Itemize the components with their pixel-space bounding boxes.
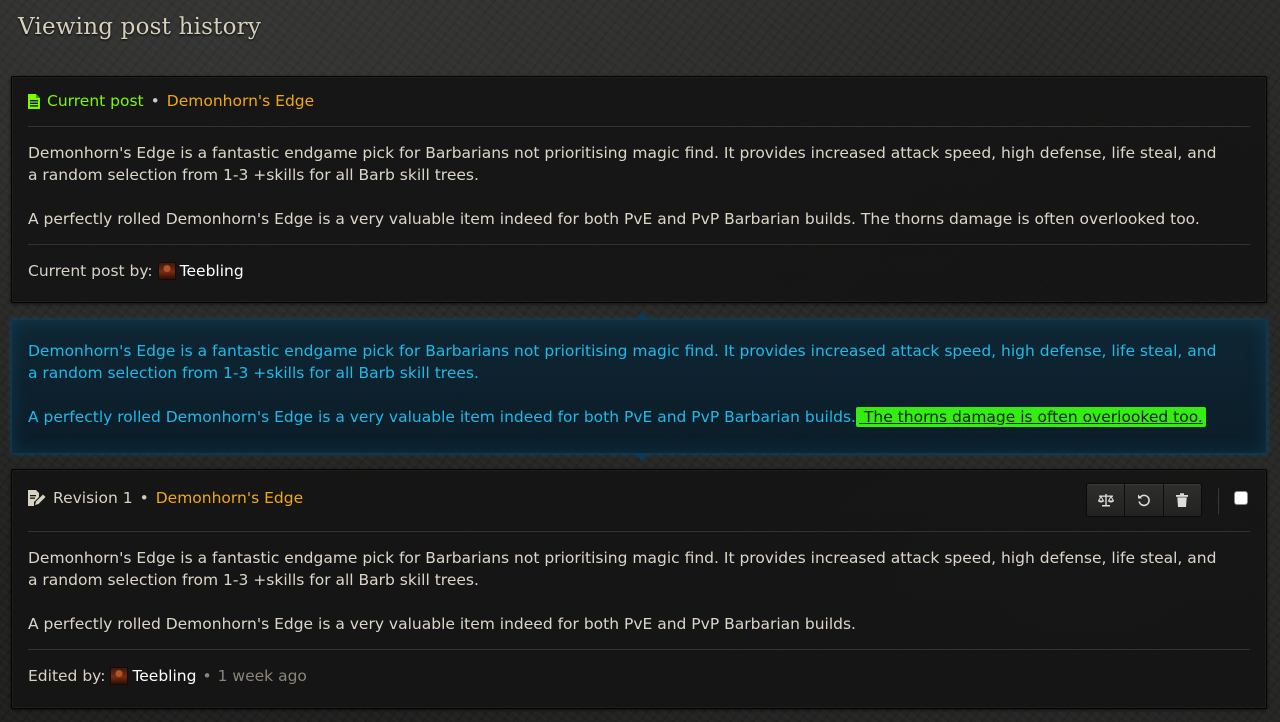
diff-panel: Demonhorn's Edge is a fantastic endgame … xyxy=(11,312,1267,461)
revision-paragraph: Demonhorn's Edge is a fantastic endgame … xyxy=(28,549,1217,589)
revision-select-checkbox[interactable] xyxy=(1234,491,1248,505)
revert-button[interactable] xyxy=(1125,484,1164,516)
balance-scale-icon xyxy=(1097,494,1114,507)
revision-panel: Revision 1 • Demonhorn's Edge Demonhorn'… xyxy=(11,469,1267,709)
divider xyxy=(1218,488,1219,514)
revision-paragraph: A perfectly rolled Demonhorn's Edge is a… xyxy=(28,615,856,633)
notch xyxy=(634,453,650,461)
page-title: Viewing post history xyxy=(18,14,262,40)
divider xyxy=(28,126,1250,127)
current-post-label: Current post xyxy=(47,92,144,110)
edit-document-icon xyxy=(28,490,46,506)
author-link[interactable]: Teebling xyxy=(180,262,244,280)
avatar[interactable] xyxy=(110,667,129,685)
item-name[interactable]: Demonhorn's Edge xyxy=(156,489,303,507)
post-paragraph: A perfectly rolled Demonhorn's Edge is a… xyxy=(28,210,1200,228)
byline-label: Current post by: xyxy=(28,262,153,280)
revision-actions xyxy=(1086,483,1202,517)
trash-icon xyxy=(1176,493,1189,507)
item-name[interactable]: Demonhorn's Edge xyxy=(167,92,314,110)
current-post-panel: Current post • Demonhorn's Edge Demonhor… xyxy=(11,76,1267,303)
compare-button[interactable] xyxy=(1087,484,1126,516)
post-paragraph: Demonhorn's Edge is a fantastic endgame … xyxy=(28,144,1217,184)
diff-paragraph: A perfectly rolled Demonhorn's Edge is a… xyxy=(28,406,1224,428)
notch xyxy=(634,312,650,320)
byline-label: Edited by: xyxy=(28,667,106,685)
diff-unchanged-text: A perfectly rolled Demonhorn's Edge is a… xyxy=(28,408,856,426)
current-post-header: Current post • Demonhorn's Edge xyxy=(28,90,314,112)
delete-button[interactable] xyxy=(1164,484,1201,516)
byline: Edited by: Teebling • 1 week ago xyxy=(28,667,307,685)
header-separator: • xyxy=(150,92,160,110)
avatar[interactable] xyxy=(157,262,176,280)
diff-added-text: The thorns damage is often overlooked to… xyxy=(856,407,1206,427)
time-separator: • xyxy=(202,667,212,685)
diff-paragraph: Demonhorn's Edge is a fantastic endgame … xyxy=(28,342,1217,382)
author-link[interactable]: Teebling xyxy=(132,667,196,685)
divider xyxy=(28,244,1250,245)
undo-icon xyxy=(1137,494,1150,507)
header-separator: • xyxy=(139,489,149,507)
divider xyxy=(28,649,1250,650)
divider xyxy=(28,531,1250,532)
byline: Current post by: Teebling xyxy=(28,262,244,280)
revision-label: Revision 1 xyxy=(53,489,133,507)
timestamp: 1 week ago xyxy=(217,667,307,685)
file-text-icon xyxy=(28,93,40,109)
revision-header: Revision 1 • Demonhorn's Edge xyxy=(28,487,303,509)
